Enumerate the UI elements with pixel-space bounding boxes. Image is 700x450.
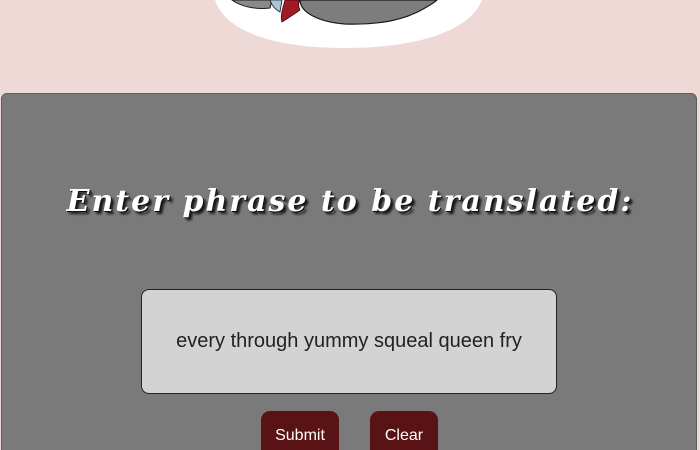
cartoon-creature-illustration — [215, 0, 482, 48]
phrase-input[interactable] — [142, 330, 556, 353]
page-heading: Enter phrase to be translated: — [66, 184, 634, 219]
translator-panel — [1, 93, 697, 450]
translator-page: Enter phrase to be translated: Submit Cl… — [0, 0, 700, 450]
clear-button[interactable]: Clear — [370, 411, 438, 450]
submit-button[interactable]: Submit — [261, 411, 339, 450]
phrase-input-container[interactable] — [141, 289, 557, 394]
